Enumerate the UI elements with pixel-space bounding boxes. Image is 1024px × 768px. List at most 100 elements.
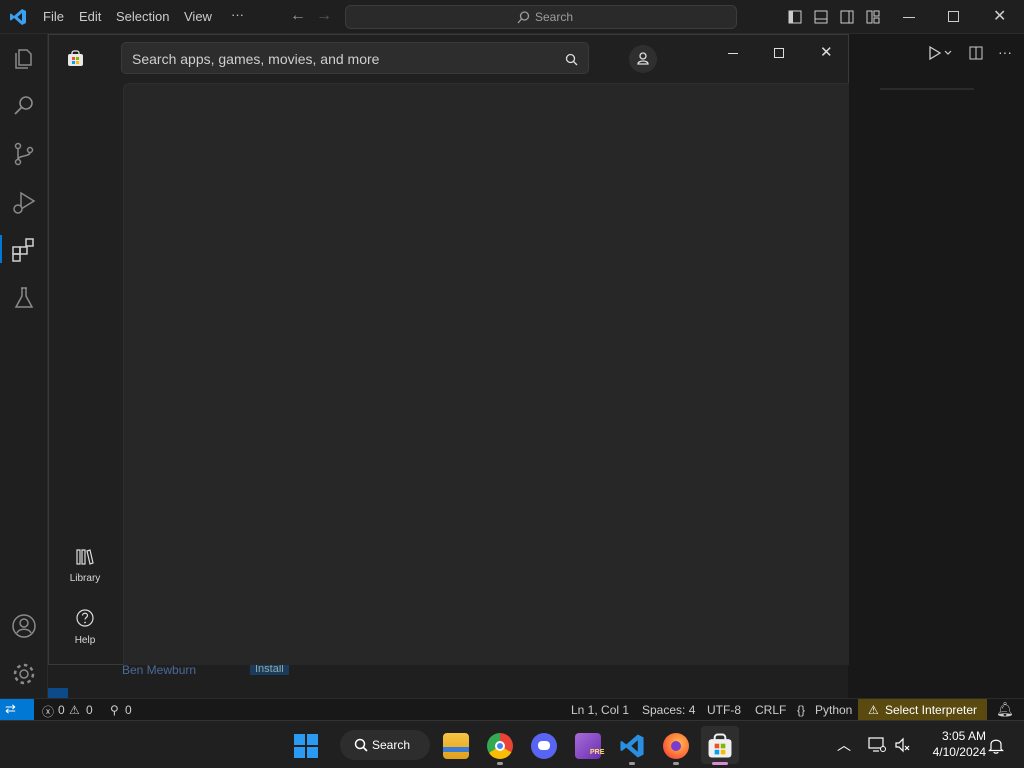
split-editor-icon[interactable] (969, 46, 983, 60)
vscode-titlebar: File Edit Selection View ··· ← → Search … (0, 0, 1024, 34)
command-center-search[interactable]: Search (345, 5, 737, 29)
show-hidden-icons-chevron-icon[interactable]: ︿ (837, 735, 851, 755)
search-icon[interactable] (10, 92, 38, 120)
store-active-indicator (712, 762, 728, 765)
volume-muted-icon[interactable] (894, 737, 910, 753)
extension-badge (48, 688, 68, 698)
language-mode[interactable]: Python (815, 703, 852, 717)
errors-icon[interactable]: ⓧ (42, 703, 54, 720)
menu-more[interactable]: ··· (231, 7, 244, 22)
discord-icon[interactable] (531, 733, 557, 759)
maximize-icon[interactable] (948, 11, 959, 22)
encoding[interactable]: UTF-8 (707, 703, 741, 717)
vscode-taskbar-icon[interactable] (619, 733, 645, 759)
testing-icon[interactable] (10, 284, 38, 312)
store-maximize-button[interactable] (756, 39, 802, 69)
menu-edit[interactable]: Edit (79, 9, 101, 24)
nav-help-label: Help (74, 635, 96, 646)
search-icon (517, 11, 530, 24)
network-icon[interactable] (868, 737, 886, 753)
clock-time[interactable]: 3:05 AM (926, 729, 986, 743)
store-close-button[interactable]: ✕ (802, 39, 848, 69)
remote-icon: ⇄ (5, 701, 16, 716)
run-debug-icon[interactable] (10, 188, 38, 216)
ports-icon[interactable]: ⚲ (110, 703, 119, 717)
store-minimize-button[interactable] (710, 39, 756, 69)
nav-library[interactable]: Library (55, 543, 115, 593)
store-taskbar-icon[interactable] (707, 733, 733, 759)
warnings-icon[interactable]: ⚠ (69, 703, 80, 717)
accounts-icon[interactable] (10, 612, 38, 640)
back-arrow-icon[interactable]: ← (290, 7, 306, 25)
pre-badge: PRE (590, 749, 605, 756)
active-indicator (0, 235, 2, 263)
ports-count[interactable]: 0 (125, 703, 132, 717)
manage-gear-icon[interactable] (10, 660, 38, 688)
extensions-icon[interactable] (10, 236, 38, 264)
toggle-sidebar-icon[interactable] (788, 10, 802, 24)
explorer-icon[interactable] (10, 44, 38, 72)
maximize-icon (774, 48, 784, 58)
customize-layout-icon[interactable] (866, 10, 880, 24)
forward-arrow-icon[interactable]: → (316, 7, 332, 25)
indentation[interactable]: Spaces: 4 (642, 703, 695, 717)
toggle-panel-icon[interactable] (814, 10, 828, 24)
menu-selection[interactable]: Selection (116, 9, 169, 24)
visual-studio-preview-icon[interactable]: PRE (575, 733, 605, 759)
status-bar: ⇄ ⓧ 0 ⚠ 0 ⚲ 0 Ln 1, Col 1 Spaces: 4 UTF-… (0, 698, 1024, 721)
minimize-icon[interactable] (903, 17, 915, 18)
chrome-icon[interactable] (487, 733, 513, 759)
editor-right-panel: ··· (848, 34, 1024, 698)
account-button[interactable] (629, 45, 657, 73)
file-explorer-icon[interactable] (443, 733, 469, 759)
select-interpreter-label: Select Interpreter (885, 703, 978, 717)
cursor-position[interactable]: Ln 1, Col 1 (571, 703, 629, 717)
windows-start-icon[interactable] (294, 734, 318, 758)
minimap (880, 88, 974, 90)
end-of-line[interactable]: CRLF (755, 703, 786, 717)
clock-date[interactable]: 4/10/2024 (922, 745, 986, 759)
errors-count[interactable]: 0 (58, 703, 65, 717)
vscode-logo-icon (620, 734, 644, 758)
more-actions-icon[interactable]: ··· (998, 44, 1012, 60)
notification-center-bell-icon[interactable] (988, 736, 1004, 754)
help-icon (76, 609, 94, 627)
firefox-icon[interactable] (663, 733, 689, 759)
library-icon (76, 549, 94, 565)
store-window: Search apps, games, movies, and more ✕ L… (48, 34, 849, 665)
store-logo-icon (68, 50, 83, 66)
close-icon: ✕ (820, 44, 833, 61)
command-center-label: Search (535, 10, 574, 24)
taskbar-search[interactable]: Search (340, 730, 430, 760)
close-icon[interactable]: ✕ (993, 6, 1006, 26)
search-icon (354, 738, 368, 752)
discord-face (538, 741, 550, 750)
taskbar: Search PRE ︿ 3:05 AM 4/10/2024 (0, 720, 1024, 768)
menu-file[interactable]: File (43, 9, 64, 24)
nav-help[interactable]: Help (55, 605, 115, 655)
notifications-bell-icon[interactable]: 🔔︎ (996, 701, 1014, 718)
warning-icon: ⚠ (868, 703, 879, 717)
store-search-icon[interactable] (565, 53, 578, 66)
store-content-area (123, 83, 849, 665)
nav-library-label: Library (69, 573, 101, 584)
taskbar-search-label: Search (372, 738, 411, 752)
account-icon (637, 52, 649, 65)
remote-indicator[interactable]: ⇄ (0, 699, 34, 721)
firefox-running-indicator (673, 762, 679, 765)
extension-author: Ben Mewburn (122, 663, 197, 677)
firefox-globe (671, 741, 681, 751)
activity-bar (0, 34, 48, 698)
store-search-placeholder: Search apps, games, movies, and more (132, 51, 380, 67)
store-search-box[interactable]: Search apps, games, movies, and more (121, 42, 589, 74)
toggle-secondary-sidebar-icon[interactable] (840, 10, 854, 24)
run-python-icon[interactable] (928, 46, 954, 60)
select-interpreter-button[interactable]: ⚠ Select Interpreter (858, 699, 987, 721)
chrome-running-indicator (497, 762, 503, 765)
language-braces-icon[interactable]: {} (797, 703, 805, 717)
source-control-icon[interactable] (10, 140, 38, 168)
vscode-running-indicator (629, 762, 635, 765)
vscode-logo-icon (10, 9, 26, 25)
menu-view[interactable]: View (184, 9, 212, 24)
warnings-count[interactable]: 0 (86, 703, 93, 717)
